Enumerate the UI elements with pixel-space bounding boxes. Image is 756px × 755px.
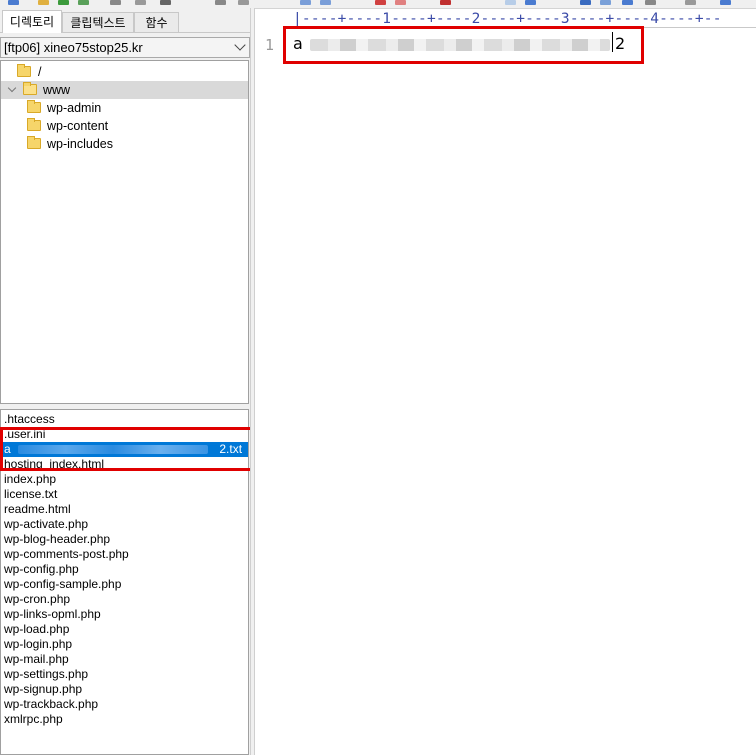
file-item[interactable]: wp-settings.php: [1, 667, 248, 682]
toolbar-icon[interactable]: [110, 0, 121, 5]
toolbar-icon[interactable]: [238, 0, 249, 5]
left-panel: 디렉토리 클립텍스트 함수 [ftp06] xineo75stop25.kr /…: [0, 8, 254, 755]
toolbar-icon[interactable]: [300, 0, 311, 5]
tab-functions[interactable]: 함수: [134, 12, 179, 32]
server-select[interactable]: [ftp06] xineo75stop25.kr: [0, 37, 250, 58]
server-select-value: [ftp06] xineo75stop25.kr: [4, 40, 143, 55]
folder-icon: [23, 82, 37, 95]
folder-icon: [27, 118, 41, 131]
directory-tree: / www wp-admin wp-content wp-includes: [0, 60, 249, 404]
toolbar-icon[interactable]: [38, 0, 49, 5]
tree-item-label: wp-admin: [47, 101, 102, 115]
file-item[interactable]: wp-config.php: [1, 562, 248, 577]
folder-icon: [27, 136, 41, 149]
file-item[interactable]: wp-comments-post.php: [1, 547, 248, 562]
file-item[interactable]: readme.html: [1, 502, 248, 517]
toolbar-icon[interactable]: [58, 0, 69, 5]
toolbar-icon[interactable]: [645, 0, 656, 5]
tab-directory[interactable]: 디렉토리: [2, 10, 62, 33]
toolbar-icon[interactable]: [685, 0, 696, 5]
text-editor[interactable]: 1 a 2: [255, 28, 756, 755]
file-item[interactable]: wp-trackback.php: [1, 697, 248, 712]
tree-item-wp-admin[interactable]: wp-admin: [1, 99, 248, 117]
tree-item-wp-content[interactable]: wp-content: [1, 117, 248, 135]
chevron-down-icon[interactable]: [7, 83, 17, 93]
file-item[interactable]: .htaccess: [1, 412, 248, 427]
toolbar-icon[interactable]: [320, 0, 331, 5]
tree-item-label: /: [38, 65, 42, 79]
file-item[interactable]: xmlrpc.php: [1, 712, 248, 727]
toolbar-icon[interactable]: [440, 0, 451, 5]
tab-cliptext[interactable]: 클립텍스트: [62, 12, 134, 32]
highlight-box-file: [0, 427, 254, 471]
file-item[interactable]: wp-login.php: [1, 637, 248, 652]
file-item[interactable]: wp-signup.php: [1, 682, 248, 697]
toolbar-icon[interactable]: [600, 0, 611, 5]
highlight-box-editor: [283, 26, 644, 64]
tree-item-label: wp-content: [47, 119, 109, 133]
file-item[interactable]: wp-activate.php: [1, 517, 248, 532]
toolbar-icon[interactable]: [160, 0, 171, 5]
folder-icon: [27, 100, 41, 113]
toolbar-icon[interactable]: [525, 0, 536, 5]
file-item[interactable]: wp-blog-header.php: [1, 532, 248, 547]
toolbar-icon[interactable]: [505, 0, 516, 5]
folder-icon: [17, 64, 31, 77]
file-item[interactable]: wp-config-sample.php: [1, 577, 248, 592]
tree-item-wp-includes[interactable]: wp-includes: [1, 135, 248, 153]
toolbar-icon[interactable]: [395, 0, 406, 5]
toolbar-icon[interactable]: [215, 0, 226, 5]
toolbar-icon[interactable]: [375, 0, 386, 5]
file-item[interactable]: wp-mail.php: [1, 652, 248, 667]
toolbar-icon[interactable]: [580, 0, 591, 5]
toolbar-icon[interactable]: [135, 0, 146, 5]
chevron-down-icon: [234, 39, 246, 51]
tree-item-label: www: [43, 83, 71, 97]
toolbar-icon[interactable]: [622, 0, 633, 5]
file-item[interactable]: wp-cron.php: [1, 592, 248, 607]
toolbar-icon[interactable]: [8, 0, 19, 5]
tree-item-root[interactable]: /: [1, 63, 248, 81]
line-number: 1: [265, 36, 275, 54]
tree-item-label: wp-includes: [47, 137, 114, 151]
toolbar-icon[interactable]: [720, 0, 731, 5]
panel-tabs: 디렉토리 클립텍스트 함수: [0, 10, 254, 33]
file-item[interactable]: wp-links-opml.php: [1, 607, 248, 622]
file-item[interactable]: wp-load.php: [1, 622, 248, 637]
file-item[interactable]: index.php: [1, 472, 248, 487]
toolbar-icon[interactable]: [78, 0, 89, 5]
tree-item-www[interactable]: www: [1, 81, 248, 99]
file-item[interactable]: license.txt: [1, 487, 248, 502]
